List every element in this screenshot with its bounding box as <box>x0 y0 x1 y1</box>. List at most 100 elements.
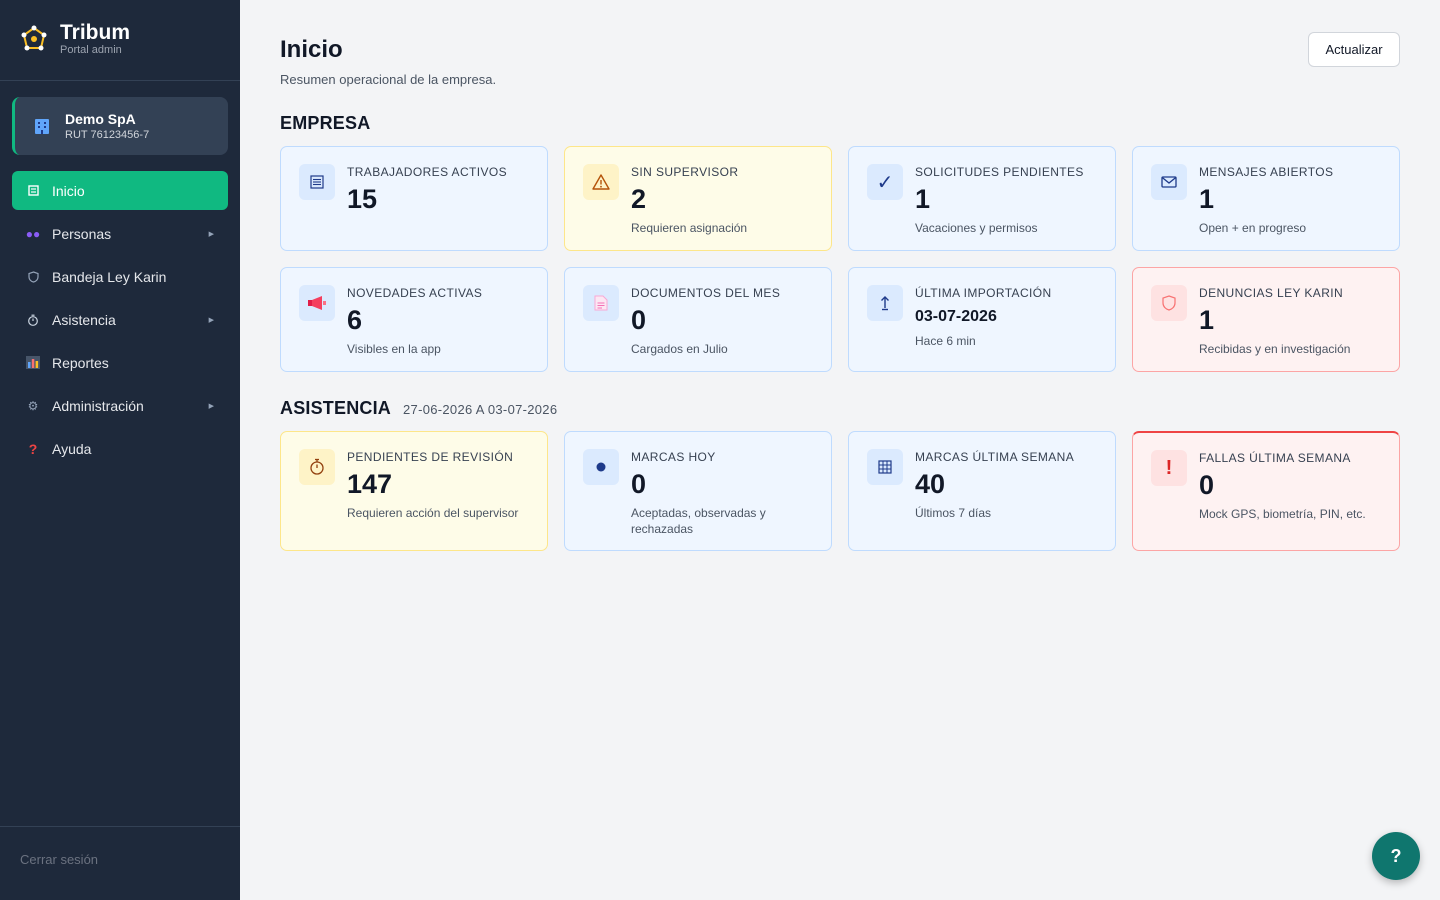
sidebar-item-ayuda[interactable]: ? Ayuda <box>12 429 228 468</box>
stat-card-fallas-ultima-semana[interactable]: ! FALLAS ÚLTIMA SEMANA 0 Mock GPS, biome… <box>1132 431 1400 551</box>
card-label: MARCAS ÚLTIMA SEMANA <box>915 450 1075 464</box>
question-icon: ? <box>28 440 38 457</box>
building-icon <box>31 115 53 137</box>
divider <box>0 826 240 827</box>
sidebar-item-inicio[interactable]: Inicio <box>12 171 228 210</box>
card-description: Últimos 7 días <box>915 506 992 520</box>
stat-card-denuncias-ley-karin[interactable]: DENUNCIAS LEY KARIN 1 Recibidas y en inv… <box>1132 267 1400 372</box>
card-label: TRABAJADORES ACTIVOS <box>347 165 508 179</box>
company-rut: RUT 76123456-7 <box>65 129 150 141</box>
section-title-text: ASISTENCIA <box>280 398 392 418</box>
logout-link[interactable]: Cerrar sesión <box>20 852 98 867</box>
card-value: 0 <box>631 469 647 499</box>
sidebar-item-label: Personas <box>52 225 112 242</box>
card-value: 15 <box>347 184 378 214</box>
card-description: Open + en progreso <box>1199 221 1307 235</box>
sidebar-item-label: Administración <box>52 397 144 414</box>
caret-right-icon: ▶ <box>208 402 214 410</box>
card-description: Vacaciones y permisos <box>915 221 1038 235</box>
card-label: MENSAJES ABIERTOS <box>1199 165 1334 179</box>
card-value: 1 <box>1199 305 1215 335</box>
refresh-button[interactable]: Actualizar <box>1308 32 1400 67</box>
card-label: FALLAS ÚLTIMA SEMANA <box>1199 451 1351 465</box>
card-value: 0 <box>631 305 647 335</box>
home-icon <box>24 185 42 196</box>
card-value: 2 <box>631 184 647 214</box>
stat-card-mensajes-abiertos[interactable]: MENSAJES ABIERTOS 1 Open + en progreso <box>1132 146 1400 251</box>
shield-icon <box>24 270 42 283</box>
stat-card-marcas-ultima-semana[interactable]: MARCAS ÚLTIMA SEMANA 40 Últimos 7 días <box>848 431 1116 551</box>
card-value: 1 <box>1199 184 1215 214</box>
page-title: Inicio <box>280 36 343 63</box>
upload-icon <box>867 285 903 321</box>
card-description: Recibidas y en investigación <box>1199 342 1351 356</box>
stopwatch-icon <box>24 314 42 326</box>
section-title-empresa: EMPRESA <box>280 113 370 134</box>
stat-card-solicitudes-pendientes[interactable]: ✓ SOLICITUDES PENDIENTES 1 Vacaciones y … <box>848 146 1116 251</box>
sidebar-item-label: Ayuda <box>52 440 92 457</box>
sidebar-item-administracion[interactable]: ⚙ Administración ▶ <box>12 386 228 425</box>
stopwatch-icon <box>299 449 335 485</box>
card-value: 147 <box>347 469 393 499</box>
empresa-stats-grid: TRABAJADORES ACTIVOS 15 SIN SUPERVISOR 2… <box>280 146 1400 372</box>
company-name: Demo SpA <box>65 111 136 127</box>
section-title-text: EMPRESA <box>280 113 371 133</box>
stat-card-novedades-activas[interactable]: NOVEDADES ACTIVAS 6 Visibles en la app <box>280 267 548 372</box>
people-icon: ●● <box>25 226 41 241</box>
stat-card-sin-supervisor[interactable]: SIN SUPERVISOR 2 Requieren asignación <box>564 146 832 251</box>
check-icon: ✓ <box>867 164 903 200</box>
sidebar-item-bandeja-ley-karin[interactable]: Bandeja Ley Karin <box>12 257 228 296</box>
company-selector[interactable]: Demo SpA RUT 76123456-7 <box>12 97 228 155</box>
stat-card-pendientes-de-revision[interactable]: PENDIENTES DE REVISIÓN 147 Requieren acc… <box>280 431 548 551</box>
divider <box>0 80 240 81</box>
sidebar-item-label: Inicio <box>52 182 85 199</box>
card-label: DENUNCIAS LEY KARIN <box>1199 286 1344 300</box>
caret-right-icon: ▶ <box>208 316 214 324</box>
sidebar-item-label: Bandeja Ley Karin <box>52 268 167 285</box>
sidebar-item-asistencia[interactable]: Asistencia ▶ <box>12 300 228 339</box>
card-value: 1 <box>915 184 931 214</box>
sidebar-item-personas[interactable]: ●● Personas ▶ <box>12 214 228 253</box>
help-button[interactable]: ? <box>1372 832 1420 880</box>
stat-card-documentos-del-mes[interactable]: DOCUMENTOS DEL MES 0 Cargados en Julio <box>564 267 832 372</box>
card-value: 40 <box>915 469 946 499</box>
date-range: 27-06-2026 A 03-07-2026 <box>403 402 558 417</box>
caret-right-icon: ▶ <box>208 230 214 238</box>
card-description: Cargados en Julio <box>631 342 728 356</box>
calendar-icon <box>867 449 903 485</box>
card-description: Visibles en la app <box>347 342 441 356</box>
card-label: SIN SUPERVISOR <box>631 165 739 179</box>
sidebar-item-label: Reportes <box>52 354 109 371</box>
card-description: Requieren asignación <box>631 221 748 235</box>
warning-icon <box>583 164 619 200</box>
sidebar: Tribum Portal admin Demo SpA RUT 7612345… <box>0 0 240 900</box>
card-description: Requieren acción del supervisor <box>347 506 519 520</box>
card-value: 0 <box>1199 470 1215 500</box>
sidebar-item-reportes[interactable]: Reportes <box>12 343 228 382</box>
card-description: Aceptadas, observadas y rechazadas <box>631 506 766 536</box>
brand[interactable]: Tribum Portal admin <box>20 22 130 56</box>
brand-subtitle: Portal admin <box>60 44 122 56</box>
page-subtitle: Resumen operacional de la empresa. <box>280 72 497 87</box>
card-label: ÚLTIMA IMPORTACIÓN <box>915 286 1052 300</box>
megaphone-icon <box>299 285 335 321</box>
tribum-logo-icon <box>21 25 47 51</box>
card-label: PENDIENTES DE REVISIÓN <box>347 450 514 464</box>
list-icon <box>299 164 335 200</box>
card-value: 6 <box>347 305 363 335</box>
sidebar-nav: Inicio ●● Personas ▶ Bandeja Ley Karin A… <box>12 171 228 472</box>
card-label: MARCAS HOY <box>631 450 716 464</box>
card-label: DOCUMENTOS DEL MES <box>631 286 781 300</box>
card-description: Hace 6 min <box>915 334 976 348</box>
card-value: 03-07-2026 <box>915 308 997 325</box>
envelope-icon <box>1151 164 1187 200</box>
card-label: SOLICITUDES PENDIENTES <box>915 165 1084 179</box>
shield-icon <box>1151 285 1187 321</box>
card-description: Mock GPS, biometría, PIN, etc. <box>1199 507 1366 521</box>
stat-card-ultima-importacion[interactable]: ÚLTIMA IMPORTACIÓN 03-07-2026 Hace 6 min <box>848 267 1116 372</box>
section-title-asistencia: ASISTENCIA 27-06-2026 A 03-07-2026 <box>280 398 557 419</box>
stat-card-trabajadores-activos[interactable]: TRABAJADORES ACTIVOS 15 <box>280 146 548 251</box>
gear-icon: ⚙ <box>27 398 39 413</box>
sidebar-item-label: Asistencia <box>52 311 116 328</box>
stat-card-marcas-hoy[interactable]: MARCAS HOY 0 Aceptadas, observadas y rec… <box>564 431 832 551</box>
